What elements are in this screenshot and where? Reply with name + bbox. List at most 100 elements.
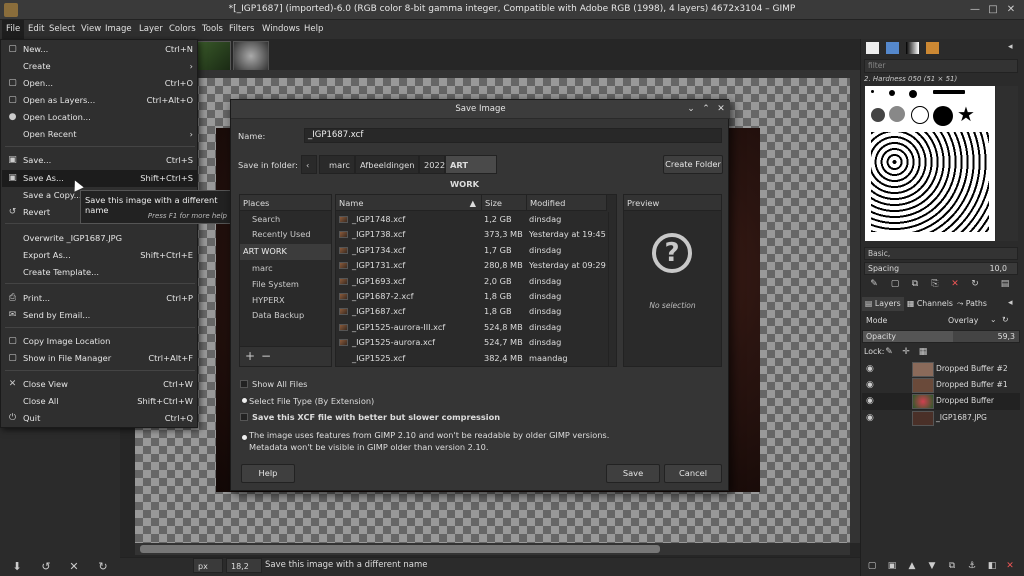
menu-colors[interactable]: Colors xyxy=(165,20,200,39)
image-tab-thumb[interactable] xyxy=(195,41,231,71)
layer-row[interactable]: ◉ Dropped Buffer #1 xyxy=(862,377,1020,394)
crumb-art-work[interactable]: ART WORK xyxy=(445,155,497,189)
lock-position-icon[interactable]: ✛ xyxy=(900,346,912,358)
brush-filter-input[interactable]: filter xyxy=(864,59,1018,73)
tab-paths[interactable]: ⤳ Paths xyxy=(954,297,990,311)
brush-preset[interactable] xyxy=(909,90,917,98)
delete-preset-icon[interactable]: ✕ xyxy=(67,560,81,574)
brush-preset[interactable] xyxy=(889,90,895,96)
dock-menu-icon[interactable]: ◂ xyxy=(1008,42,1013,52)
fonts-tab-icon[interactable] xyxy=(926,42,939,54)
brush-preset[interactable] xyxy=(889,106,905,122)
brush-scrollbar[interactable] xyxy=(996,86,1018,241)
crumb-2022[interactable]: 2022 xyxy=(419,155,445,174)
brushes-tab-icon[interactable] xyxy=(866,42,879,54)
new-layer-icon[interactable]: ▢ xyxy=(866,560,878,572)
reset-icon[interactable]: ↻ xyxy=(96,560,110,574)
file-row[interactable]: _IGP1738.xcf 373,3 MB Yesterday at 19:45 xyxy=(336,227,606,242)
place-data-backup[interactable]: Data Backup xyxy=(240,308,331,324)
spacing-slider[interactable]: Spacing 10,0 xyxy=(864,262,1018,275)
delete-layer-icon[interactable]: ✕ xyxy=(1004,560,1016,572)
column-size[interactable]: Size xyxy=(482,195,527,211)
close-icon[interactable]: ✕ xyxy=(1004,3,1018,17)
save-button[interactable]: Save xyxy=(606,464,660,483)
menu-item-overwrite[interactable]: Overwrite _IGP1687.JPG xyxy=(2,230,198,247)
place-recently-used[interactable]: Recently Used xyxy=(240,227,331,243)
opacity-slider[interactable]: Opacity 59,3 xyxy=(862,330,1020,343)
mode-reset-icon[interactable]: ↻ xyxy=(1002,315,1009,324)
edit-brush-icon[interactable]: ✎ xyxy=(868,278,880,290)
file-row[interactable]: _IGP1525.xcf 382,4 MB maandag xyxy=(336,351,606,366)
menu-item-close-view[interactable]: ✕ Close View Ctrl+W xyxy=(2,376,198,393)
copy-brush-location-icon[interactable]: ⎘ xyxy=(929,278,941,290)
help-button[interactable]: Help xyxy=(241,464,295,483)
menu-item-open-location[interactable]: ● Open Location... xyxy=(2,109,198,126)
menu-file[interactable]: File xyxy=(2,20,25,39)
menu-item-copy-location[interactable]: ▢ Copy Image Location xyxy=(2,333,198,350)
menu-select[interactable]: Select xyxy=(45,20,79,39)
column-name[interactable]: Name ▲ xyxy=(336,195,482,211)
column-modified[interactable]: Modified xyxy=(527,195,607,211)
brush-preset[interactable] xyxy=(933,106,953,126)
lower-layer-icon[interactable]: ▼ xyxy=(926,560,938,572)
mask-layer-icon[interactable]: ◧ xyxy=(986,560,998,572)
open-brush-as-image-icon[interactable]: ▤ xyxy=(999,278,1011,290)
create-folder-button[interactable]: Create Folder xyxy=(663,155,723,174)
place-hyperx[interactable]: HYPERX xyxy=(240,293,331,309)
layer-row[interactable]: ◉ _IGP1687.JPG xyxy=(862,410,1020,427)
menu-filters[interactable]: Filters xyxy=(225,20,258,39)
place-search[interactable]: Search xyxy=(240,212,331,228)
compression-checkbox[interactable] xyxy=(240,413,248,421)
select-file-type-label[interactable]: Select File Type (By Extension) xyxy=(249,396,374,406)
maximize-icon[interactable]: □ xyxy=(986,3,1000,17)
raise-layer-icon[interactable]: ▲ xyxy=(906,560,918,572)
expander-icon[interactable] xyxy=(240,396,249,405)
dialog-minimize-icon[interactable]: ⌄ xyxy=(685,103,697,115)
star-brush-icon[interactable]: ★ xyxy=(957,102,975,126)
dialog-close-icon[interactable]: ✕ xyxy=(715,103,727,115)
path-back-button[interactable]: ‹ xyxy=(301,155,317,174)
zoom-select[interactable]: 18,2 % xyxy=(226,558,262,573)
menu-item-print[interactable]: ⎙ Print... Ctrl+P xyxy=(2,290,198,307)
menu-item-quit[interactable]: ⏻ Quit Ctrl+Q xyxy=(2,410,198,427)
horizontal-scrollbar-thumb[interactable] xyxy=(140,545,660,553)
brush-preset[interactable] xyxy=(871,90,874,93)
menu-item-open[interactable]: ▢ Open... Ctrl+O xyxy=(2,75,198,92)
minimize-icon[interactable]: — xyxy=(968,3,982,17)
gradients-tab-icon[interactable] xyxy=(906,42,919,54)
restore-preset-icon[interactable]: ↺ xyxy=(39,560,53,574)
brush-preset-selected[interactable] xyxy=(911,106,929,124)
menu-item-save[interactable]: ▣ Save... Ctrl+S xyxy=(2,152,198,169)
unit-select[interactable]: px xyxy=(193,558,223,573)
save-preset-icon[interactable]: ⬇ xyxy=(10,560,24,574)
menu-item-create-template[interactable]: Create Template... xyxy=(2,264,198,281)
cancel-button[interactable]: Cancel xyxy=(664,464,722,483)
menu-layer[interactable]: Layer xyxy=(135,20,167,39)
brush-grid[interactable]: ★ xyxy=(865,86,995,241)
duplicate-brush-icon[interactable]: ⧉ xyxy=(909,278,921,290)
image-tab-thumb[interactable] xyxy=(233,41,269,71)
file-row[interactable]: _IGP1687-2.xcf 1,8 GB dinsdag xyxy=(336,289,606,304)
show-all-files-checkbox[interactable] xyxy=(240,380,248,388)
duplicate-layer-icon[interactable]: ⧉ xyxy=(946,560,958,572)
tab-layers[interactable]: ▤ Layers xyxy=(862,297,904,311)
new-layer-group-icon[interactable]: ▣ xyxy=(886,560,898,572)
dialog-maximize-icon[interactable]: ⌃ xyxy=(700,103,712,115)
anchor-layer-icon[interactable]: ⚓ xyxy=(966,560,978,572)
menu-item-open-as-layers[interactable]: ▢ Open as Layers... Ctrl+Alt+O xyxy=(2,92,198,109)
menu-item-create[interactable]: Create › xyxy=(2,58,198,75)
lock-alpha-icon[interactable]: ▦ xyxy=(917,346,929,358)
place-art-work[interactable]: ART WORK xyxy=(240,244,331,260)
patterns-tab-icon[interactable] xyxy=(886,42,899,54)
mode-select[interactable]: Overlay xyxy=(948,316,978,325)
menu-windows[interactable]: Windows xyxy=(258,20,304,39)
menu-item-show-file-manager[interactable]: ▢ Show in File Manager Ctrl+Alt+F xyxy=(2,350,198,367)
menu-item-close-all[interactable]: Close All Shift+Ctrl+W xyxy=(2,393,198,410)
menu-item-save-as[interactable]: ▣ Save As... Shift+Ctrl+S xyxy=(2,170,198,187)
file-row[interactable]: _IGP1731.xcf 280,8 MB Yesterday at 09:29 xyxy=(336,258,606,273)
dock-menu-icon[interactable]: ◂ xyxy=(1008,298,1013,308)
filename-input[interactable]: _IGP1687.xcf xyxy=(304,128,722,143)
crumb-marc[interactable]: marc xyxy=(319,155,355,174)
file-row[interactable]: _IGP1693.xcf 2,0 GB dinsdag xyxy=(336,274,606,289)
menu-image[interactable]: Image xyxy=(101,20,136,39)
